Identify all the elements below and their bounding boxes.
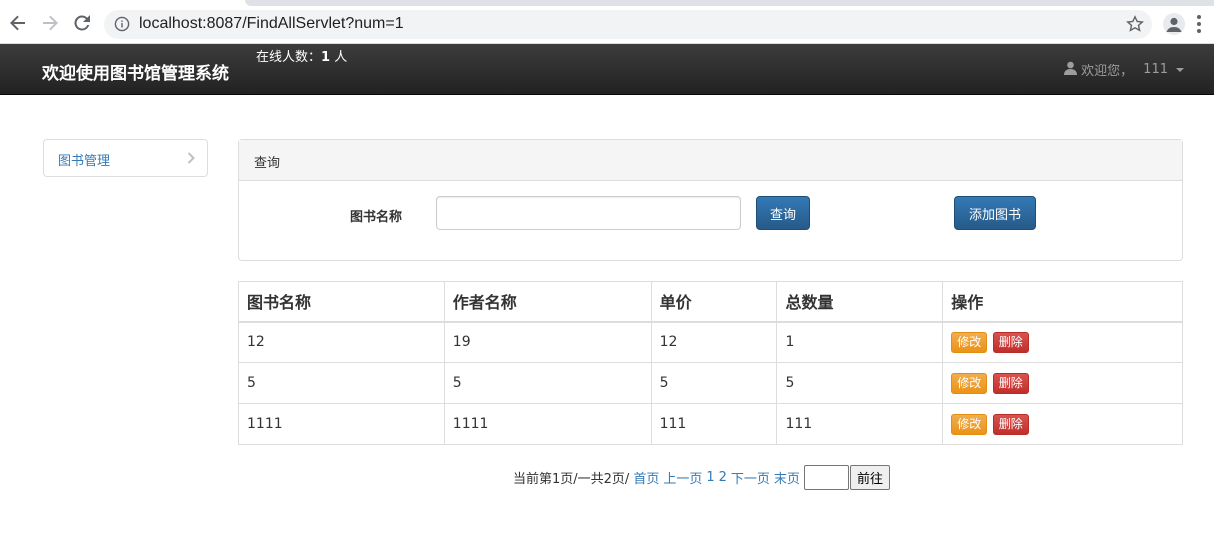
profile-icon[interactable]	[1163, 13, 1185, 35]
url-text[interactable]: localhost:8087/FindAllServlet?num=1	[139, 15, 404, 33]
delete-button[interactable]: 删除	[992, 372, 1029, 394]
first-page-link[interactable]: 首页	[633, 468, 659, 487]
delete-button[interactable]: 删除	[992, 413, 1029, 435]
delete-button[interactable]: 删除	[992, 331, 1029, 353]
cell-author: 19	[443, 321, 652, 363]
edit-button[interactable]: 修改	[951, 413, 988, 435]
cell-total: 111	[776, 403, 944, 445]
address-bar[interactable]: localhost:8087/FindAllServlet?num=1	[104, 10, 1152, 39]
table-row: 12 19 12 1 修改 删除	[238, 321, 1183, 363]
reload-icon[interactable]	[72, 13, 92, 33]
table-row: 5 5 5 5 修改 删除	[238, 362, 1183, 404]
online-unit: 人	[334, 50, 348, 65]
cell-actions: 修改 删除	[942, 321, 1183, 363]
user-icon	[1064, 61, 1078, 79]
sidebar: 图书管理	[43, 139, 208, 177]
prev-page-link[interactable]: 上一页	[663, 468, 702, 487]
cell-actions: 修改 删除	[942, 362, 1183, 404]
browser-toolbar: localhost:8087/FindAllServlet?num=1	[0, 0, 1214, 44]
column-header-actions: 操作	[942, 281, 1183, 323]
goto-button[interactable]: 前往	[849, 465, 890, 490]
cell-actions: 修改 删除	[942, 403, 1183, 445]
username: 111	[1143, 62, 1168, 77]
cell-author: 5	[443, 362, 652, 404]
star-icon[interactable]	[1126, 15, 1144, 33]
online-count: 在线人数：1 人	[256, 46, 347, 65]
online-number: 1	[321, 50, 331, 65]
goto-page-input[interactable]	[803, 465, 849, 490]
cell-author: 1111	[443, 403, 652, 445]
cell-total: 1	[776, 321, 944, 363]
page-link-1[interactable]: 1	[706, 470, 714, 485]
query-button[interactable]: 查询	[756, 196, 810, 230]
query-panel: 查询 图书名称 查询 添加图书	[238, 139, 1183, 261]
top-navbar: 欢迎使用图书馆管理系统 在线人数：1 人 欢迎您， 111	[0, 44, 1214, 95]
column-header-total: 总数量	[776, 281, 944, 323]
cell-book-name: 1111	[238, 403, 445, 445]
book-name-input[interactable]	[436, 196, 741, 230]
edit-button[interactable]: 修改	[951, 331, 988, 353]
table-header-row: 图书名称 作者名称 单价 总数量 操作	[238, 281, 1183, 323]
welcome-text: 欢迎您，	[1081, 64, 1134, 79]
tab-strip	[245, 0, 1214, 6]
books-table: 图书名称 作者名称 单价 总数量 操作 12 19 12 1 修改 删除 5 5…	[238, 281, 1183, 445]
pagination: 当前第1页/一共2页/ 首页 上一页 1 2 下一页 末页 前往	[513, 465, 890, 490]
book-name-label: 图书名称	[350, 210, 403, 225]
user-dropdown[interactable]: 欢迎您， 111	[1064, 60, 1184, 79]
next-page-link[interactable]: 下一页	[731, 468, 770, 487]
info-icon[interactable]	[114, 16, 130, 32]
panel-heading: 查询	[239, 140, 1182, 181]
forward-arrow-icon[interactable]	[40, 13, 60, 33]
cell-book-name: 5	[238, 362, 445, 404]
page-link-2[interactable]: 2	[719, 470, 727, 485]
page-status: 当前第1页/一共2页/	[513, 472, 630, 487]
cell-total: 5	[776, 362, 944, 404]
brand-title[interactable]: 欢迎使用图书馆管理系统	[42, 59, 229, 84]
edit-button[interactable]: 修改	[951, 372, 988, 394]
table-row: 1111 1111 111 111 修改 删除	[238, 403, 1183, 445]
sidebar-item-book-management[interactable]: 图书管理	[58, 150, 110, 169]
cell-book-name: 12	[238, 321, 445, 363]
column-header-book-name: 图书名称	[238, 281, 445, 323]
add-book-button[interactable]: 添加图书	[954, 196, 1036, 230]
cell-price: 12	[650, 321, 778, 363]
cell-price: 111	[650, 403, 778, 445]
caret-down-icon	[1176, 67, 1184, 72]
kebab-menu-icon[interactable]	[1197, 15, 1201, 33]
column-header-price: 单价	[650, 281, 778, 323]
back-arrow-icon[interactable]	[8, 13, 28, 33]
chevron-right-icon	[187, 152, 195, 168]
last-page-link[interactable]: 末页	[774, 468, 800, 487]
online-label: 在线人数：	[256, 50, 322, 65]
cell-price: 5	[650, 362, 778, 404]
column-header-author: 作者名称	[443, 281, 652, 323]
